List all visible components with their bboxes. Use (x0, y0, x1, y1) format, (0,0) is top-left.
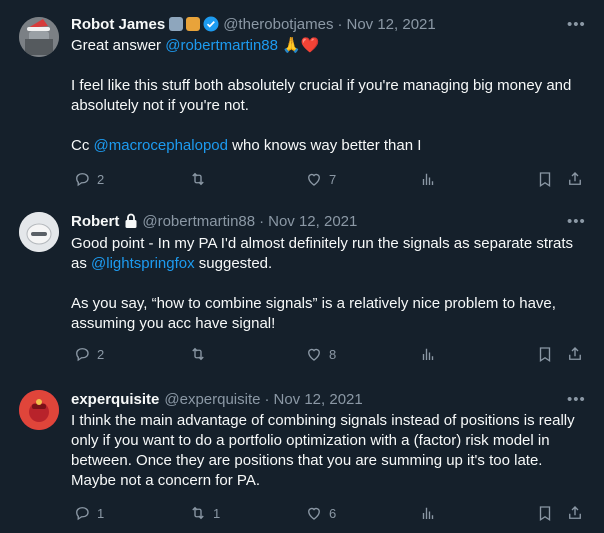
author-handle[interactable]: @experquisite (164, 391, 260, 408)
reply-button[interactable]: 1 (73, 504, 104, 522)
tweet-text: I think the main advantage of combining … (71, 412, 575, 489)
retweet-count: 1 (213, 505, 221, 521)
views-icon (419, 345, 437, 363)
heart-icon (305, 345, 323, 363)
separator-dot: · (259, 212, 265, 230)
lock-icon (124, 213, 138, 229)
tweet-date[interactable]: Nov 12, 2021 (346, 16, 435, 33)
like-count: 6 (329, 505, 337, 521)
heart-icon (305, 504, 323, 522)
reply-button[interactable]: 2 (73, 345, 104, 363)
avatar[interactable] (19, 212, 59, 252)
author-name[interactable]: Robot James (71, 16, 165, 33)
bookmark-icon (536, 504, 554, 522)
bookmark-button[interactable] (536, 345, 554, 363)
tweet-text: Good point - In my PA I'd almost definit… (71, 235, 574, 332)
share-icon (566, 170, 584, 188)
heart-icon (305, 170, 323, 188)
share-button[interactable] (566, 504, 584, 522)
like-count: 8 (329, 346, 337, 362)
like-button[interactable]: 6 (305, 504, 336, 522)
like-count: 7 (329, 171, 337, 187)
separator-dot: · (337, 15, 343, 33)
mention-link[interactable]: @macrocephalopod (94, 137, 228, 154)
bookmark-button[interactable] (536, 170, 554, 188)
retweet-button[interactable]: 1 (189, 504, 220, 522)
tweet-date[interactable]: Nov 12, 2021 (273, 391, 362, 408)
retweet-button[interactable] (189, 170, 213, 188)
beach-emoji-icon (186, 17, 201, 31)
share-icon (566, 345, 584, 363)
author-handle[interactable]: @therobotjames (223, 16, 333, 33)
like-button[interactable]: 8 (305, 345, 336, 363)
author-name[interactable]: experquisite (71, 391, 159, 408)
views-icon (419, 504, 437, 522)
reply-count: 2 (97, 346, 105, 362)
bookmark-icon (536, 170, 554, 188)
more-options-icon[interactable]: ••• (567, 391, 586, 408)
reply-icon (73, 345, 91, 363)
share-button[interactable] (566, 170, 584, 188)
emoji-text: 🙏❤️ (282, 37, 320, 54)
retweet-icon (189, 345, 207, 363)
avatar[interactable] (19, 390, 59, 430)
share-button[interactable] (566, 345, 584, 363)
verified-badge-icon (203, 16, 219, 32)
separator-dot: · (264, 390, 270, 408)
more-options-icon[interactable]: ••• (567, 16, 586, 33)
retweet-icon (189, 170, 207, 188)
reply-count: 1 (97, 505, 105, 521)
bookmark-icon (536, 345, 554, 363)
like-button[interactable]: 7 (305, 170, 336, 188)
more-options-icon[interactable]: ••• (567, 213, 586, 230)
author-name[interactable]: Robert (71, 213, 119, 230)
robot-emoji-icon (169, 17, 184, 31)
views-button[interactable] (419, 504, 437, 522)
share-icon (566, 504, 584, 522)
views-icon (419, 170, 437, 188)
tweet-text: Great answer @robertmartin88 🙏❤️ I feel … (71, 37, 572, 154)
mention-link[interactable]: @lightspringfox (91, 255, 195, 272)
retweet-icon (189, 504, 207, 522)
views-button[interactable] (419, 170, 437, 188)
avatar[interactable] (19, 17, 59, 57)
author-handle[interactable]: @robertmartin88 (142, 213, 255, 230)
bookmark-button[interactable] (536, 504, 554, 522)
reply-button[interactable]: 2 (73, 170, 104, 188)
mention-link[interactable]: @robertmartin88 (165, 37, 278, 54)
reply-icon (73, 504, 91, 522)
views-button[interactable] (419, 345, 437, 363)
reply-count: 2 (97, 171, 105, 187)
retweet-button[interactable] (189, 345, 213, 363)
reply-icon (73, 170, 91, 188)
tweet-date[interactable]: Nov 12, 2021 (268, 213, 357, 230)
